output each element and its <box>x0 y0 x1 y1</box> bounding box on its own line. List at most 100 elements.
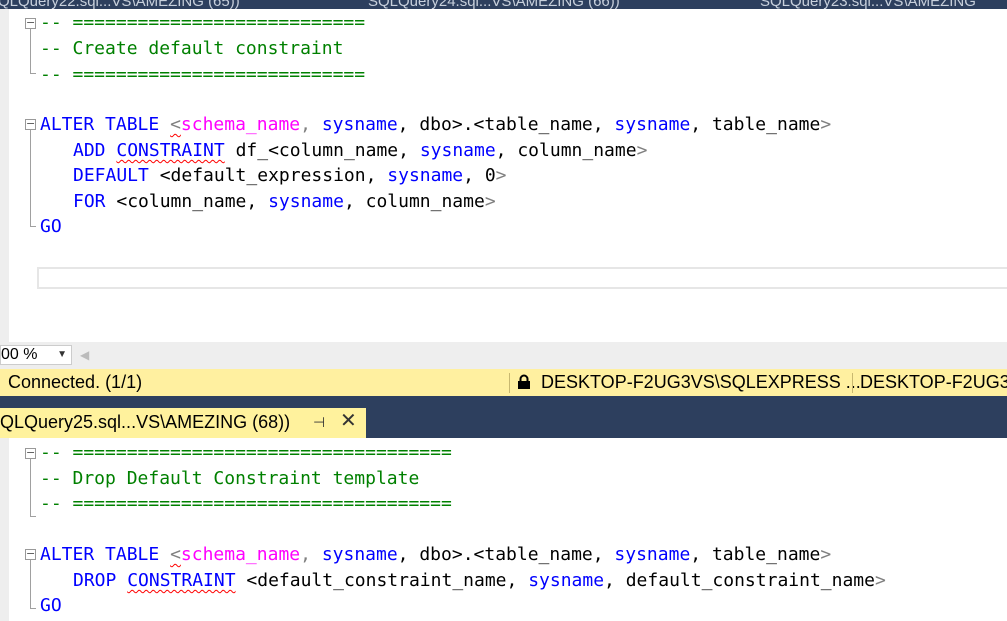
code-text: , dbo>.<table_name, <box>397 544 615 565</box>
keyword-sysname: sysname <box>419 140 496 161</box>
fold-guide <box>30 459 31 516</box>
code-line: ADD CONSTRAINT df_<column_name, sysname,… <box>40 138 647 164</box>
comment-text: -- =================================== <box>40 493 452 514</box>
chevron-down-icon[interactable]: ▼ <box>57 346 67 364</box>
fold-guide-end <box>30 226 36 227</box>
collapse-icon[interactable]: − <box>25 447 36 459</box>
keyword-go: GO <box>40 216 62 237</box>
close-icon[interactable]: ✕ <box>340 407 357 435</box>
code-text: , dbo>.<table_name, <box>397 114 615 135</box>
fold-guide-end <box>30 516 36 517</box>
collapse-icon[interactable]: − <box>25 17 36 29</box>
editor-gutter <box>0 9 9 342</box>
current-line-highlight <box>37 267 1007 289</box>
status-separator <box>509 373 510 393</box>
connection-status: Connected. (1/1) <box>8 372 143 392</box>
keyword-sysname: sysname <box>614 544 691 565</box>
fold-guide <box>30 29 31 73</box>
punct: , <box>300 114 322 135</box>
document-tab-strip: QLQuery25.sql...VS\AMEZING (68)) ⊣ ✕ <box>0 396 1007 438</box>
param-schema-name: schema_name <box>180 544 301 565</box>
fold-guide <box>30 560 31 608</box>
keyword-add: ADD <box>73 140 106 161</box>
editor-gutter <box>0 438 9 621</box>
fold-guide <box>30 130 31 226</box>
keyword-constraint: CONSTRAINT <box>116 140 225 161</box>
server-name: DESKTOP-F2UG3VS\SQLEXPRESS ... <box>541 372 861 392</box>
code-text: , 0 <box>463 165 496 186</box>
comment-text: -- =========================== <box>40 12 366 33</box>
tab-query24[interactable]: SQLQuery24.sql...VS\AMEZING (66)) <box>368 0 620 9</box>
zoom-value: 00 % <box>1 346 38 363</box>
fold-guide-end <box>30 608 36 609</box>
zoom-bar: 00 % ▼ ◀ <box>0 342 1007 369</box>
code-line: -- =================================== <box>40 491 452 517</box>
collapse-icon[interactable]: − <box>25 548 36 560</box>
code-text: , default_constraint_name <box>604 570 875 591</box>
keyword-for: FOR <box>73 191 106 212</box>
code-text: df_<column_name, <box>224 140 420 161</box>
keyword-sysname: sysname <box>268 191 344 212</box>
tab-title: QLQuery25.sql...VS\AMEZING (68)) <box>0 412 291 432</box>
code-text: <column_name, <box>105 191 269 212</box>
tab-query22[interactable]: QLQuery22.sql...VS\AMEZING (65)) <box>0 0 240 9</box>
code-line: -- =========================== <box>40 62 365 88</box>
angle-bracket: < <box>170 544 181 565</box>
angle-bracket: > <box>820 544 832 565</box>
keyword-sysname: sysname <box>528 570 605 591</box>
status-bar: Connected. (1/1) DESKTOP-F2UG3VS\SQLEXPR… <box>0 369 1007 396</box>
punct: , <box>300 544 322 565</box>
angle-bracket: < <box>170 114 181 135</box>
code-line: -- =========================== <box>40 10 365 36</box>
keyword-sysname: sysname <box>321 114 398 135</box>
tab-query25[interactable]: QLQuery25.sql...VS\AMEZING (68)) ⊣ ✕ <box>0 408 366 438</box>
keyword-alter: ALTER <box>40 544 95 565</box>
code-line: GO <box>40 214 62 240</box>
comment-text: -- =================================== <box>40 442 452 463</box>
code-line: GO <box>40 593 62 619</box>
code-line: -- Create default constraint <box>40 36 343 62</box>
keyword-default: DEFAULT <box>73 165 149 186</box>
code-line: ALTER TABLE <schema_name, sysname, dbo>.… <box>40 112 831 138</box>
code-line: DROP CONSTRAINT <default_constraint_name… <box>40 568 886 594</box>
scroll-left-icon[interactable]: ◀ <box>80 348 89 362</box>
keyword-drop: DROP <box>73 570 117 591</box>
code-text: , column_name <box>343 191 485 212</box>
fold-guide-end <box>30 73 36 74</box>
editor-top[interactable]: − -- =========================== -- Crea… <box>0 9 1007 342</box>
keyword-alter: ALTER <box>40 114 95 135</box>
code-text: , table_name <box>690 544 821 565</box>
collapse-icon[interactable]: − <box>25 118 36 130</box>
comment-text: -- =========================== <box>40 64 366 85</box>
angle-bracket: > <box>820 114 832 135</box>
angle-bracket: > <box>636 140 648 161</box>
editor-bottom[interactable]: − -- ===================================… <box>0 438 1007 621</box>
angle-bracket: > <box>495 165 507 186</box>
keyword-go: GO <box>40 595 62 616</box>
server-name-2: DESKTOP-F2UG3V <box>860 372 1007 392</box>
status-separator <box>852 373 853 393</box>
pin-icon[interactable]: ⊣ <box>313 408 325 436</box>
comment-text: -- Create default constraint <box>40 38 344 59</box>
keyword-sysname: sysname <box>387 165 464 186</box>
code-line: DEFAULT <default_expression, sysname, 0> <box>40 163 507 189</box>
code-text: <default_expression, <box>148 165 388 186</box>
tab-query23[interactable]: SQLQuery23.sql...VS\AMEZING <box>760 0 976 9</box>
zoom-dropdown[interactable]: 00 % ▼ <box>0 345 72 365</box>
code-text: , column_name <box>495 140 637 161</box>
code-text: <default_constraint_name, <box>235 570 529 591</box>
code-line: ALTER TABLE <schema_name, sysname, dbo>.… <box>40 542 831 568</box>
keyword-constraint: CONSTRAINT <box>127 570 236 591</box>
code-text: , table_name <box>690 114 821 135</box>
code-line: -- Drop Default Constraint template <box>40 466 419 492</box>
comment-text: -- Drop Default Constraint template <box>40 468 420 489</box>
keyword-sysname: sysname <box>321 544 398 565</box>
keyword-table: TABLE <box>105 114 160 135</box>
code-line: -- =================================== <box>40 440 452 466</box>
param-schema-name: schema_name <box>180 114 301 135</box>
angle-bracket: > <box>874 570 886 591</box>
code-line: FOR <column_name, sysname, column_name> <box>40 189 496 215</box>
lock-icon <box>517 369 531 396</box>
angle-bracket: > <box>484 191 496 212</box>
top-tab-strip: QLQuery22.sql...VS\AMEZING (65)) SQLQuer… <box>0 0 1007 9</box>
